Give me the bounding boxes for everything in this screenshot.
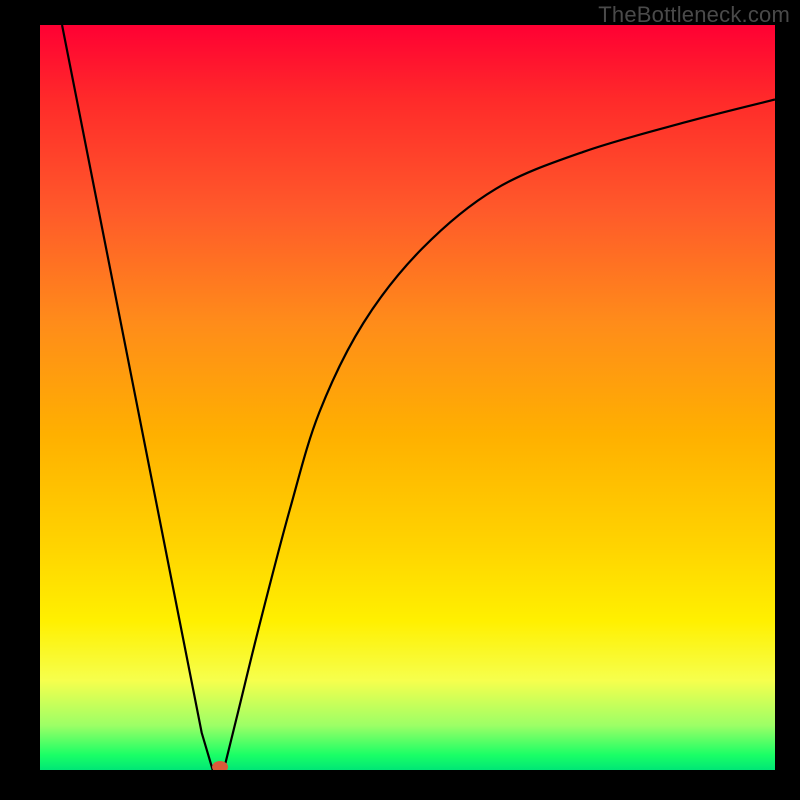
plot-area: [40, 25, 775, 770]
series-left-branch: [62, 25, 213, 770]
chart-frame: TheBottleneck.com: [0, 0, 800, 800]
series-right-branch: [224, 100, 775, 771]
plot-svg: [40, 25, 775, 770]
